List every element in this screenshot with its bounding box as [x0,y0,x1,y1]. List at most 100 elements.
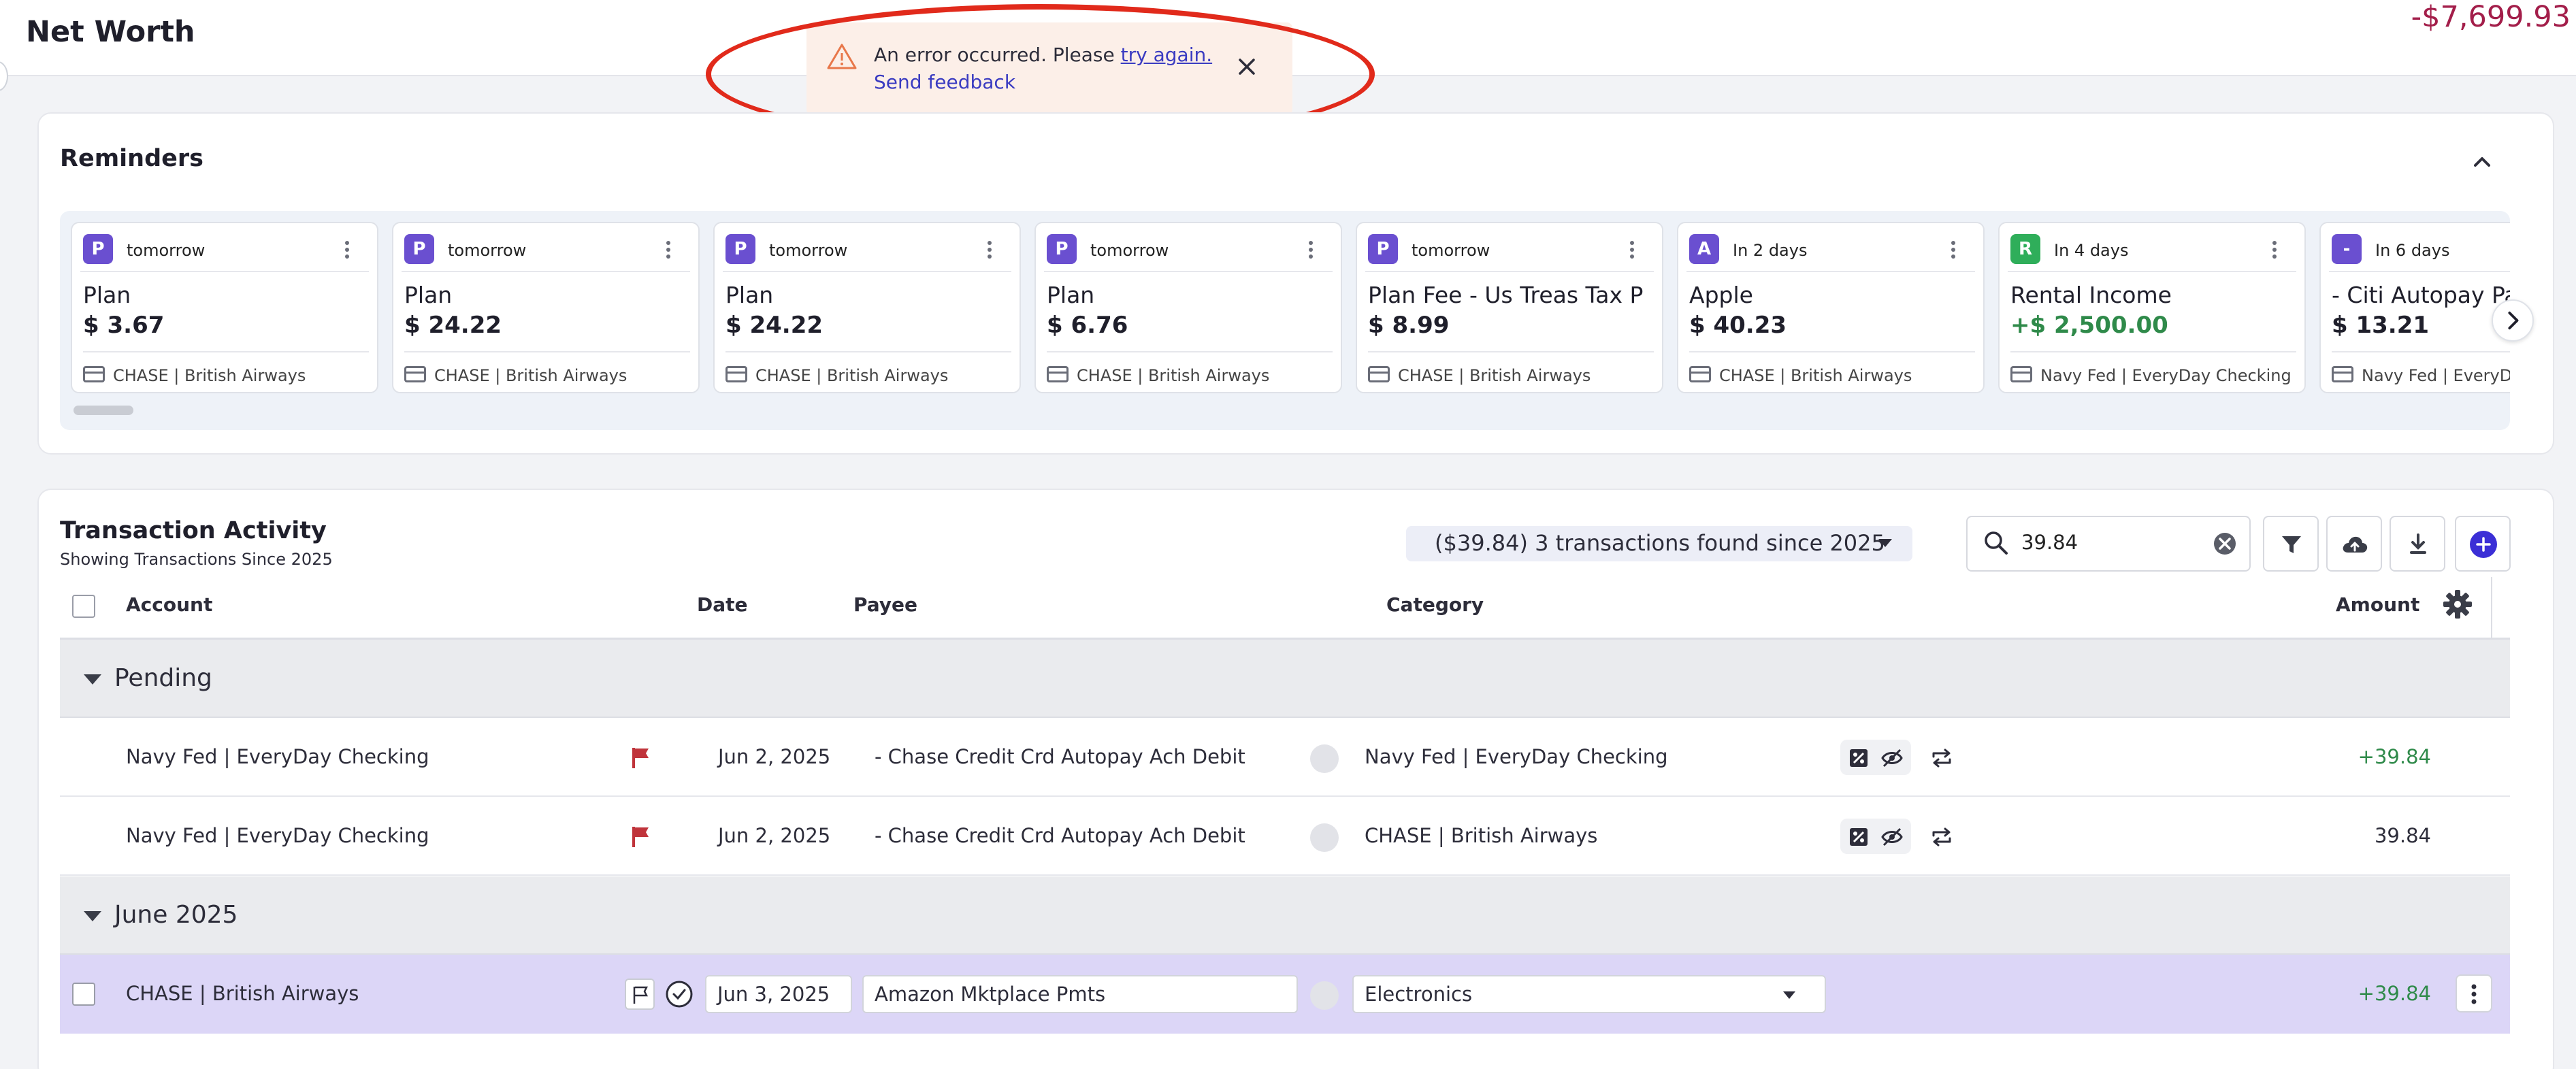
more-icon[interactable] [1629,240,1635,260]
reminder-card[interactable]: - In 6 days - Citi Autopay Pa $ 13.21 Na… [2319,222,2510,393]
divider [1365,271,1654,272]
column-divider [2491,577,2492,640]
row-account: CHASE | British Airways [126,982,359,1005]
more-icon[interactable] [2272,240,2277,260]
reminder-badge: P [725,234,755,264]
upload-button[interactable] [2326,516,2382,572]
credit-card-icon [2332,366,2353,382]
percent-icon[interactable] [1848,748,1869,768]
row-menu-button[interactable] [2456,974,2492,1013]
more-icon[interactable] [1951,240,1956,260]
repeat-icon[interactable] [1928,823,1955,851]
reminder-amount: +$ 2,500.00 [2010,312,2168,339]
chevron-up-icon[interactable] [2468,148,2496,176]
reminder-card[interactable]: P tomorrow Plan $ 24.22 CHASE | British … [392,222,700,393]
filter-button[interactable] [2263,516,2319,572]
divider [725,351,1011,352]
reminder-card[interactable]: A In 2 days Apple $ 40.23 CHASE | Britis… [1677,222,1985,393]
reminder-account: CHASE | British Airways [1077,366,1270,385]
reminder-badge: P [404,234,434,264]
chevron-right-icon[interactable] [2492,299,2534,342]
transactions-title: Transaction Activity [60,517,327,544]
check-circle-icon[interactable] [665,980,694,1008]
clear-icon[interactable] [2212,531,2238,557]
flag-outline-icon [633,986,649,1004]
reminder-account: CHASE | British Airways [1719,366,1912,385]
credit-card-icon [404,366,426,382]
reminder-card[interactable]: P tomorrow Plan $ 24.22 CHASE | British … [713,222,1021,393]
row-amount: +39.84 [2358,982,2431,1005]
more-icon[interactable] [666,240,671,260]
reminder-card[interactable]: P tomorrow Plan $ 6.76 CHASE | British A… [1034,222,1342,393]
reminder-name: Plan [725,282,774,308]
reminder-name: Plan [404,282,453,308]
more-icon[interactable] [987,240,992,260]
row-amount: +39.84 [2358,745,2431,768]
reminder-card[interactable]: P tomorrow Plan Fee - Us Treas Tax P $ 8… [1356,222,1663,393]
divider [723,271,1011,272]
flag-toggle[interactable] [625,978,655,1010]
more-icon[interactable] [1308,240,1314,260]
reminder-due: tomorrow [127,241,206,260]
row-payee: - Chase Credit Crd Autopay Ach Debit [875,745,1245,768]
table-header [60,585,2510,640]
column-account[interactable]: Account [126,593,212,616]
cloud-upload-icon [2343,536,2368,553]
category-select[interactable]: Electronics [1352,975,1826,1013]
select-all-checkbox[interactable] [72,595,95,618]
reminder-account: CHASE | British Airways [434,366,627,385]
reminders-carousel: P tomorrow Plan $ 3.67 CHASE | British A… [60,211,2510,430]
divider [83,351,369,352]
divider [404,351,690,352]
carousel-scrollbar[interactable] [74,406,133,415]
caret-down-icon[interactable] [84,911,101,921]
more-icon[interactable] [344,240,350,260]
group-header-pending[interactable] [60,640,2510,718]
reminder-name: Plan Fee - Us Treas Tax P [1368,282,1644,308]
divider [1368,351,1654,352]
reminder-name: Plan [1047,282,1095,308]
search-input[interactable] [2021,531,2185,554]
row-account: Navy Fed | EveryDay Checking [126,745,429,768]
reminder-card[interactable]: R In 4 days Rental Income +$ 2,500.00 Na… [1998,222,2306,393]
percent-icon[interactable] [1848,827,1869,847]
reminder-amount: $ 24.22 [404,312,502,339]
reminder-card[interactable]: P tomorrow Plan $ 3.67 CHASE | British A… [71,222,378,393]
caret-down-icon [1783,991,1795,999]
reminder-badge: A [1689,234,1719,264]
icon-group [1840,819,1911,854]
plus-icon [2470,531,2497,558]
row-checkbox[interactable] [72,983,95,1006]
credit-card-icon [725,366,747,382]
credit-card-icon [1689,366,1711,382]
divider [2008,271,2296,272]
group-header-june-2025[interactable] [60,876,2510,955]
reminder-badge: - [2332,234,2362,264]
reminder-amount: $ 13.21 [2332,312,2430,339]
divider [1047,351,1333,352]
row-payee: - Chase Credit Crd Autopay Ach Debit [875,824,1245,847]
add-transaction-button[interactable] [2455,516,2511,572]
date-field[interactable]: Jun 3, 2025 [705,975,852,1013]
download-button[interactable] [2390,516,2445,572]
caret-down-icon [1878,539,1892,547]
gear-icon[interactable] [2442,589,2473,620]
credit-card-icon [1047,366,1069,382]
flag-icon[interactable] [631,746,651,770]
filter-icon [2282,536,2301,553]
eye-off-icon[interactable] [1881,748,1903,768]
reminder-amount: $ 6.76 [1047,312,1128,339]
column-date[interactable]: Date [697,593,748,616]
reminder-account: CHASE | British Airways [1398,366,1591,385]
column-category[interactable]: Category [1386,593,1484,616]
eye-off-icon[interactable] [1881,827,1903,847]
column-amount[interactable]: Amount [2336,593,2419,616]
column-payee[interactable]: Payee [853,593,917,616]
repeat-icon[interactable] [1928,744,1955,772]
flag-icon[interactable] [631,825,651,849]
caret-down-icon[interactable] [84,674,101,685]
payee-field[interactable]: Amazon Mktplace Pmts [862,975,1298,1013]
net-worth-value: -$7,699.93 [2411,0,2571,34]
reminder-amount: $ 40.23 [1689,312,1787,339]
reminder-account: CHASE | British Airways [113,366,306,385]
